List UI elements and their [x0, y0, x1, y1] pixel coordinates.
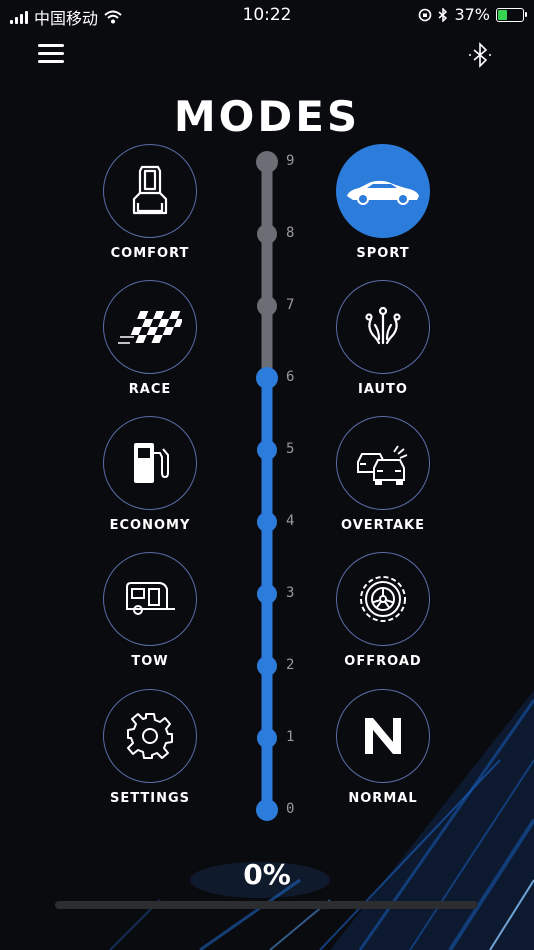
mode-offroad[interactable]: OFFROAD [318, 552, 448, 669]
slider-tick-label: 8 [286, 225, 295, 241]
slider-tick-label: 4 [286, 513, 295, 529]
mode-economy-label: ECONOMY [109, 518, 191, 533]
mode-tow[interactable]: TOW [85, 552, 215, 669]
slider-node-8[interactable] [257, 224, 277, 244]
fuel-pump-icon [134, 443, 169, 483]
slider-tick-label: 9 [286, 153, 295, 169]
mode-comfort-circle [103, 144, 197, 238]
mode-comfort[interactable]: COMFORT [85, 144, 215, 261]
checkered-flag-icon [118, 311, 182, 344]
mode-comfort-label: COMFORT [110, 246, 190, 261]
slider-node-6[interactable] [256, 367, 278, 389]
progress-bar [55, 901, 478, 909]
mode-tow-circle [103, 552, 197, 646]
mode-race[interactable]: RACE [85, 280, 215, 397]
mode-iauto-label: IAUTO [358, 382, 408, 397]
mode-offroad-circle [336, 552, 430, 646]
n-letter-icon [365, 718, 401, 754]
mode-settings-label: SETTINGS [109, 791, 191, 806]
slider-node-4[interactable] [257, 512, 277, 532]
trailer-icon [126, 582, 175, 615]
slider-node-5[interactable] [257, 440, 277, 460]
mode-sport[interactable]: SPORT [318, 144, 448, 261]
slider-node-2[interactable] [257, 656, 277, 676]
slider-tick-label: 7 [286, 297, 295, 313]
mode-race-circle [103, 280, 197, 374]
slider-tick-label: 0 [286, 801, 295, 817]
bluetooth-icon [469, 42, 491, 68]
slider-tick-label: 2 [286, 657, 295, 673]
slider-tick-label: 5 [286, 441, 295, 457]
mode-normal-circle [336, 689, 430, 783]
seat-icon [132, 165, 168, 215]
bluetooth-small-icon [438, 7, 448, 22]
mode-overtake[interactable]: OVERTAKE [318, 416, 448, 533]
mode-race-label: RACE [128, 382, 172, 397]
mode-tow-label: TOW [131, 654, 169, 669]
slider-tick-label: 6 [286, 369, 295, 385]
mode-settings-circle [103, 689, 197, 783]
slider-node-0[interactable] [256, 799, 278, 821]
mode-economy[interactable]: ECONOMY [85, 416, 215, 533]
mode-normal-label: NORMAL [348, 791, 418, 806]
slider-node-7[interactable] [257, 296, 277, 316]
slider-node-1[interactable] [257, 728, 277, 748]
mode-overtake-label: OVERTAKE [341, 518, 425, 533]
battery-icon [496, 7, 527, 22]
status-bar: 中国移动 10:22 37% [0, 0, 534, 30]
mode-sport-circle [336, 144, 430, 238]
mode-settings[interactable]: SETTINGS [85, 689, 215, 806]
mode-overtake-circle [336, 416, 430, 510]
mode-offroad-label: OFFROAD [344, 654, 422, 669]
sport-car-icon [347, 180, 419, 205]
progress-percent: 0% [243, 858, 291, 891]
status-right: 37% [418, 5, 527, 24]
battery-percent: 37% [454, 5, 490, 24]
slider-node-9[interactable] [256, 151, 278, 173]
mode-economy-circle [103, 416, 197, 510]
orientation-lock-icon [419, 8, 432, 21]
mode-iauto[interactable]: IAUTO [318, 280, 448, 397]
mode-sport-label: SPORT [356, 246, 410, 261]
iauto-icon [365, 306, 401, 345]
mode-iauto-circle [336, 280, 430, 374]
menu-button[interactable] [38, 42, 66, 66]
slider-tick-label: 1 [286, 729, 295, 745]
offroad-wheel-icon [360, 576, 406, 622]
slider-tick-label: 3 [286, 585, 295, 601]
page-title: MODES [173, 92, 361, 141]
slider-node-3[interactable] [257, 584, 277, 604]
mode-normal[interactable]: NORMAL [318, 689, 448, 806]
overtake-cars-icon [357, 445, 408, 485]
gear-icon [127, 713, 173, 759]
bluetooth-button[interactable] [466, 40, 496, 70]
level-slider[interactable] [244, 150, 304, 830]
